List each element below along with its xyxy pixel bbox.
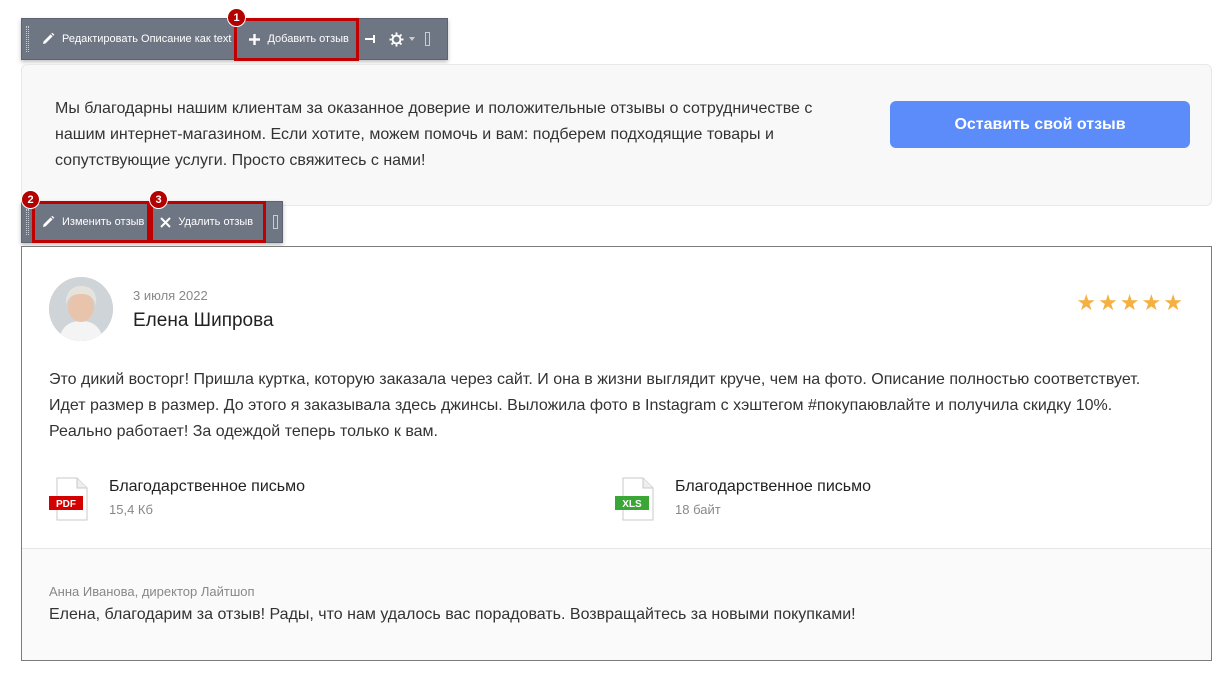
leave-review-button[interactable]: Оставить свой отзыв bbox=[890, 101, 1190, 148]
toolbar-end-handle[interactable] bbox=[421, 19, 435, 59]
pdf-file-icon: PDF bbox=[49, 477, 91, 521]
attachment-name: Благодарственное письмо bbox=[109, 478, 306, 495]
chevron-down-icon bbox=[408, 37, 415, 41]
reply-text: Елена, благодарим за отзыв! Рады, что на… bbox=[49, 606, 856, 623]
reply-author: Анна Иванова, директор Лайтшоп bbox=[49, 584, 255, 599]
review-date: 3 июля 2022 bbox=[133, 288, 208, 303]
attachment-name: Благодарственное письмо bbox=[675, 478, 872, 495]
step-badge-3: 3 bbox=[149, 190, 168, 209]
add-review-label: Добавить отзыв bbox=[267, 33, 349, 45]
toolbar-end-handle[interactable] bbox=[268, 202, 282, 242]
attachment-size: 18 байт bbox=[675, 502, 721, 517]
add-review-button[interactable]: Добавить отзыв bbox=[240, 19, 357, 59]
edit-review-button[interactable]: Изменить отзыв bbox=[32, 202, 151, 242]
avatar bbox=[49, 277, 113, 341]
edit-description-button[interactable]: Редактировать Описание как text bbox=[32, 19, 240, 59]
pdf-file-type: PDF bbox=[56, 499, 76, 510]
plus-icon bbox=[249, 33, 261, 45]
xls-file-icon: XLS bbox=[615, 477, 657, 521]
attachment-pdf[interactable]: PDF Благодарственное письмо 15,4 Кб bbox=[49, 477, 305, 521]
delete-review-button[interactable]: Удалить отзыв bbox=[151, 202, 262, 242]
review-card: 3 июля 2022 Елена Шипрова ★ ★ ★ ★ ★ Это … bbox=[21, 246, 1212, 661]
step-badge-1: 1 bbox=[227, 8, 246, 27]
xls-file-type: XLS bbox=[622, 499, 642, 510]
star-icon: ★ bbox=[1119, 290, 1140, 315]
star-icon: ★ bbox=[1098, 290, 1118, 315]
delete-review-label: Удалить отзыв bbox=[178, 216, 254, 228]
pin-icon bbox=[364, 35, 375, 43]
star-icon: ★ bbox=[1163, 290, 1183, 315]
intro-text: Мы благодарны нашим клиентам за оказанно… bbox=[55, 100, 813, 169]
pencil-icon bbox=[43, 32, 55, 44]
gear-icon bbox=[389, 31, 404, 47]
star-icon: ★ bbox=[1076, 290, 1097, 315]
reviews-intro-block: Мы благодарны нашим клиентам за оказанно… bbox=[21, 64, 1212, 206]
settings-button[interactable] bbox=[383, 19, 421, 59]
attachment-xls[interactable]: XLS Благодарственное письмо 18 байт bbox=[615, 477, 871, 521]
edit-description-label: Редактировать Описание как text bbox=[62, 33, 232, 45]
close-icon bbox=[160, 216, 172, 228]
pencil-icon bbox=[43, 215, 55, 227]
pin-button[interactable] bbox=[359, 19, 383, 59]
star-icon: ★ bbox=[1141, 290, 1162, 315]
admin-toolbar-review: Изменить отзыв Удалить отзыв bbox=[21, 201, 283, 243]
drag-handle[interactable] bbox=[22, 19, 32, 59]
edit-review-label: Изменить отзыв bbox=[62, 216, 145, 228]
rating-stars: ★ ★ ★ ★ ★ bbox=[1076, 292, 1183, 314]
shop-reply: Анна Иванова, директор Лайтшоп Елена, бл… bbox=[22, 549, 1211, 660]
step-badge-2: 2 bbox=[21, 190, 40, 209]
attachment-size: 15,4 Кб bbox=[109, 502, 153, 517]
reviewer-name: Елена Шипрова bbox=[133, 310, 274, 331]
review-text: Это дикий восторг! Пришла куртка, котору… bbox=[49, 371, 1141, 440]
